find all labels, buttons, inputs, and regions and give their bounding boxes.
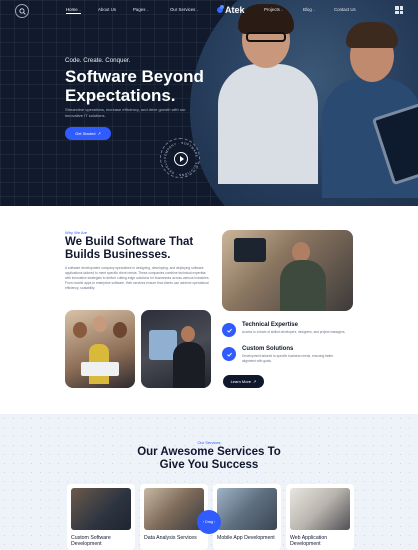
- hero-person-glasses: [246, 32, 286, 42]
- office-person-head: [292, 242, 310, 262]
- hero-tagline: Code. Create. Conquer.: [65, 57, 131, 64]
- about-title: We Build Software That Builds Businesses…: [65, 236, 194, 261]
- nav-contact-label: Contact Us: [334, 7, 356, 12]
- about-image-office: [222, 230, 353, 311]
- video-play-badge[interactable]: COMPANY · SOFTWARE · SOLUTIONS · DEVELOP…: [160, 138, 200, 178]
- developer-body: [173, 342, 205, 388]
- hero-title: Software Beyond Expectations.: [65, 67, 204, 105]
- nav-about-label: About Us: [98, 7, 117, 12]
- nav-projects[interactable]: Projects ⌄: [264, 7, 283, 12]
- office-monitor: [234, 238, 266, 262]
- service-card-image: [144, 488, 204, 530]
- service-card-title: Web Application Development: [290, 535, 328, 548]
- nav-pages[interactable]: Pages ⌄: [133, 7, 149, 12]
- nav-services[interactable]: Our Services ⌄: [170, 7, 199, 12]
- check-icon: [226, 352, 232, 357]
- grid-dot: [399, 6, 403, 10]
- grid-dot: [395, 10, 399, 14]
- arrow-up-right-icon: ↗: [253, 379, 257, 384]
- about-image-developer: [141, 310, 211, 388]
- nav-pages-label: Pages: [133, 7, 146, 12]
- hero-person-body: [218, 64, 318, 184]
- brand-logo[interactable]: Atek: [217, 5, 245, 15]
- drag-slider-button[interactable]: ‹ Drag ›: [197, 510, 221, 534]
- grid-dot: [395, 6, 399, 10]
- nav-blog-label: Blog: [303, 7, 312, 12]
- nav-services-label: Our Services: [170, 7, 196, 12]
- get-started-button[interactable]: Get Started ↗: [65, 127, 111, 140]
- feature-description: Access to a team of skilled developers, …: [242, 330, 346, 334]
- feature-title: Technical Expertise: [242, 322, 298, 328]
- about-description: A software development company specializ…: [65, 266, 210, 290]
- logo-icon: [217, 5, 224, 13]
- chevron-down-icon: ⌄: [78, 7, 82, 12]
- logo-text: Atek: [225, 5, 245, 15]
- check-badge-icon: [222, 323, 236, 337]
- nav-contact[interactable]: Contact Us: [334, 7, 356, 12]
- nav-about[interactable]: About Us: [98, 7, 116, 12]
- play-icon[interactable]: [174, 152, 188, 166]
- chevron-down-icon: ⌄: [280, 7, 284, 12]
- service-card-image: [71, 488, 131, 530]
- chevron-down-icon: ⌄: [312, 7, 316, 12]
- services-title-text: Our Awesome Services To Give You Success: [137, 446, 281, 471]
- team-person-head: [73, 322, 87, 338]
- chevron-down-icon: ⌄: [146, 7, 149, 12]
- hero-person-hair: [346, 22, 398, 48]
- service-card-title: Data Analysis Services: [144, 535, 197, 541]
- chevron-right-icon: ›: [213, 520, 216, 524]
- check-badge-icon: [222, 347, 236, 361]
- feature-description: Development tailored to specific busines…: [242, 354, 334, 363]
- service-card-title: Mobile App Development: [217, 535, 275, 541]
- learn-more-button[interactable]: Learn More ↗: [223, 375, 264, 388]
- service-card-custom-software[interactable]: Custom Software Development: [67, 484, 135, 550]
- hero-subtitle: Streamline operations, increase efficien…: [65, 107, 186, 118]
- nav-projects-label: Projects: [264, 7, 280, 12]
- service-card-image: [290, 488, 350, 530]
- service-card-web-application[interactable]: Web Application Development: [286, 484, 354, 550]
- arrow-up-right-icon: ↗: [97, 131, 101, 136]
- drag-label: Drag: [205, 520, 213, 524]
- team-person-head: [113, 322, 127, 338]
- nav-home[interactable]: Home ⌄: [66, 7, 82, 14]
- service-card-image: [217, 488, 277, 530]
- office-person-body: [280, 260, 326, 311]
- chevron-down-icon: ⌄: [196, 7, 199, 12]
- search-icon: [18, 7, 26, 15]
- service-card-mobile-app[interactable]: Mobile App Development: [213, 484, 281, 550]
- feature-title: Custom Solutions: [242, 346, 294, 352]
- grid-dot: [399, 10, 403, 14]
- about-image-team: [65, 310, 135, 388]
- chevron-left-icon: ‹: [202, 520, 205, 524]
- about-eyebrow: Why We Are: [65, 230, 88, 235]
- service-card-title: Custom Software Development: [71, 535, 111, 548]
- services-eyebrow: Our Services: [197, 440, 221, 445]
- services-title: Our Awesome Services To Give You Success: [0, 446, 418, 472]
- nav-home-label: Home: [66, 7, 78, 12]
- nav-blog[interactable]: Blog ⌄: [303, 7, 315, 12]
- team-laptop: [81, 362, 119, 376]
- learn-more-label: Learn More: [230, 379, 252, 384]
- team-person-head: [93, 316, 107, 332]
- grid-menu-icon[interactable]: [395, 6, 403, 14]
- check-icon: [226, 328, 232, 333]
- get-started-label: Get Started: [75, 131, 96, 136]
- main-navigation: Home ⌄ About Us Pages ⌄ Our Services ⌄ A…: [0, 0, 418, 22]
- search-button[interactable]: [15, 4, 29, 18]
- hero-section: Home ⌄ About Us Pages ⌄ Our Services ⌄ A…: [0, 0, 418, 206]
- developer-head: [181, 326, 195, 342]
